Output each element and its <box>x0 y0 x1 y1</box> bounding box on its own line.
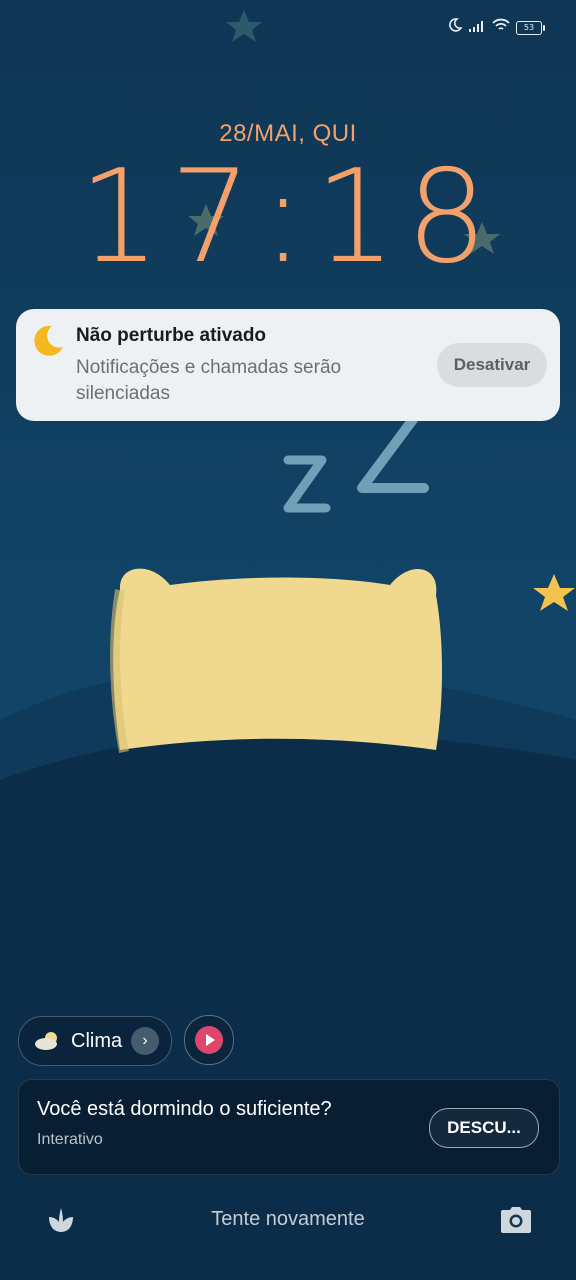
discover-button[interactable]: DESCU... <box>429 1108 539 1148</box>
notification-title: Não perturbe ativado <box>76 325 267 346</box>
status-bar: 53 <box>448 18 545 37</box>
wifi-icon <box>492 18 510 37</box>
disable-dnd-button[interactable]: Desativar <box>437 343 547 387</box>
star-icon <box>226 10 262 42</box>
play-icon <box>193 1024 225 1061</box>
chevron-right-icon[interactable]: › <box>131 1027 159 1055</box>
zz-letter-small <box>283 455 331 513</box>
dnd-notification[interactable]: Não perturbe ativado Notificações e cham… <box>16 309 560 421</box>
cloud-sun-icon <box>33 1029 63 1058</box>
moon-icon <box>448 18 463 37</box>
pillow <box>113 568 442 750</box>
media-play-button[interactable] <box>184 1015 234 1065</box>
signal-icon <box>468 19 486 37</box>
card-subtitle: Interativo <box>37 1131 103 1148</box>
unlock-hint: Tente novamente <box>211 1208 365 1230</box>
notification-body: Notificações e chamadas serão silenciada… <box>76 357 342 404</box>
camera-icon[interactable] <box>500 1206 532 1239</box>
weather-chip-label: Clima <box>71 1030 123 1052</box>
zz-letter-large <box>357 405 429 493</box>
weather-chip[interactable]: Clima › <box>18 1016 172 1066</box>
card-title: Você está dormindo o suficiente? <box>37 1098 332 1120</box>
lockscreen-clock: 17:18 <box>78 143 498 292</box>
moon-icon <box>30 323 66 364</box>
sleep-suggestion-card[interactable]: Você está dormindo o suficiente? Interat… <box>18 1079 560 1175</box>
battery-icon: 53 <box>516 20 545 35</box>
hill-front <box>0 732 576 1280</box>
star-icon <box>533 574 575 611</box>
